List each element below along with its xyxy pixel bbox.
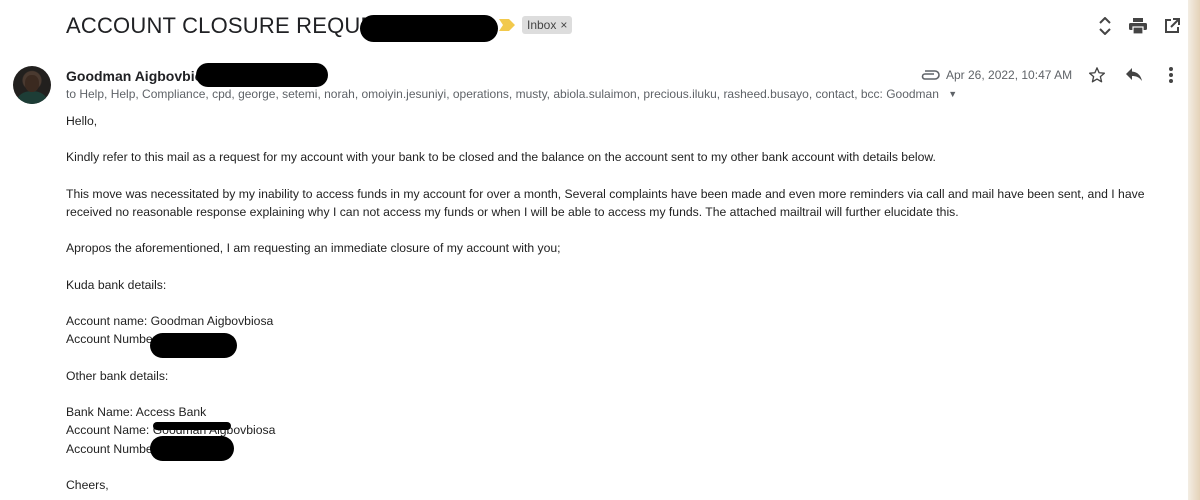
paragraph-closure: Apropos the aforementioned, I am request… [66,241,561,256]
reply-icon[interactable] [1123,64,1145,86]
more-vert-icon[interactable] [1160,64,1182,86]
inbox-label-text: Inbox [527,18,557,32]
paragraph-reason-line2: received no reasonable response explaini… [66,204,959,219]
recipients-text: to Help, Help, Compliance, cpd, george, … [66,87,939,101]
redacted-sender-name [196,63,328,87]
redacted-subject [360,15,498,42]
sender-avatar[interactable] [13,66,51,104]
print-icon[interactable] [1126,14,1150,38]
redacted-other-account-number [150,436,234,461]
redacted-other-account-name [153,422,231,430]
kuda-heading: Kuda bank details: [66,277,167,292]
star-icon[interactable] [1086,64,1108,86]
sender-name[interactable]: Goodman Aigbovbios [66,68,211,84]
subject-row: ACCOUNT CLOSURE REQUEST [66,11,404,41]
email-subject: ACCOUNT CLOSURE REQUEST [66,13,404,38]
inbox-label: Inbox × [522,16,573,34]
other-bank-heading: Other bank details: [66,368,169,383]
background-edge [1188,0,1200,500]
avatar-face [25,75,39,92]
other-bank-name: Bank Name: Access Bank [66,405,207,420]
avatar-shirt [17,91,47,104]
open-in-new-icon[interactable] [1160,14,1184,38]
email-date: Apr 26, 2022, 10:47 AM [946,68,1073,82]
show-details-icon[interactable]: ▼ [948,89,957,99]
paragraph-reason-line1: This move was necessitated by my inabili… [66,186,1145,201]
recipients-line: to Help, Help, Compliance, cpd, george, … [66,87,957,101]
email-body: Hello, Kindly refer to this mail as a re… [66,112,1176,494]
paragraph-request: Kindly refer to this mail as a request f… [66,150,936,165]
other-account-name: Account Name: Goodman Aigbovbiosa [66,423,276,438]
paperclip-icon [921,70,940,80]
unfold-icon[interactable] [1093,14,1117,38]
signoff: Cheers, [66,477,109,492]
kuda-account-name: Account name: Goodman Aigbovbiosa [66,314,274,329]
greeting: Hello, [66,114,98,128]
remove-label-icon[interactable]: × [560,18,567,32]
redacted-kuda-account-number [150,333,237,358]
